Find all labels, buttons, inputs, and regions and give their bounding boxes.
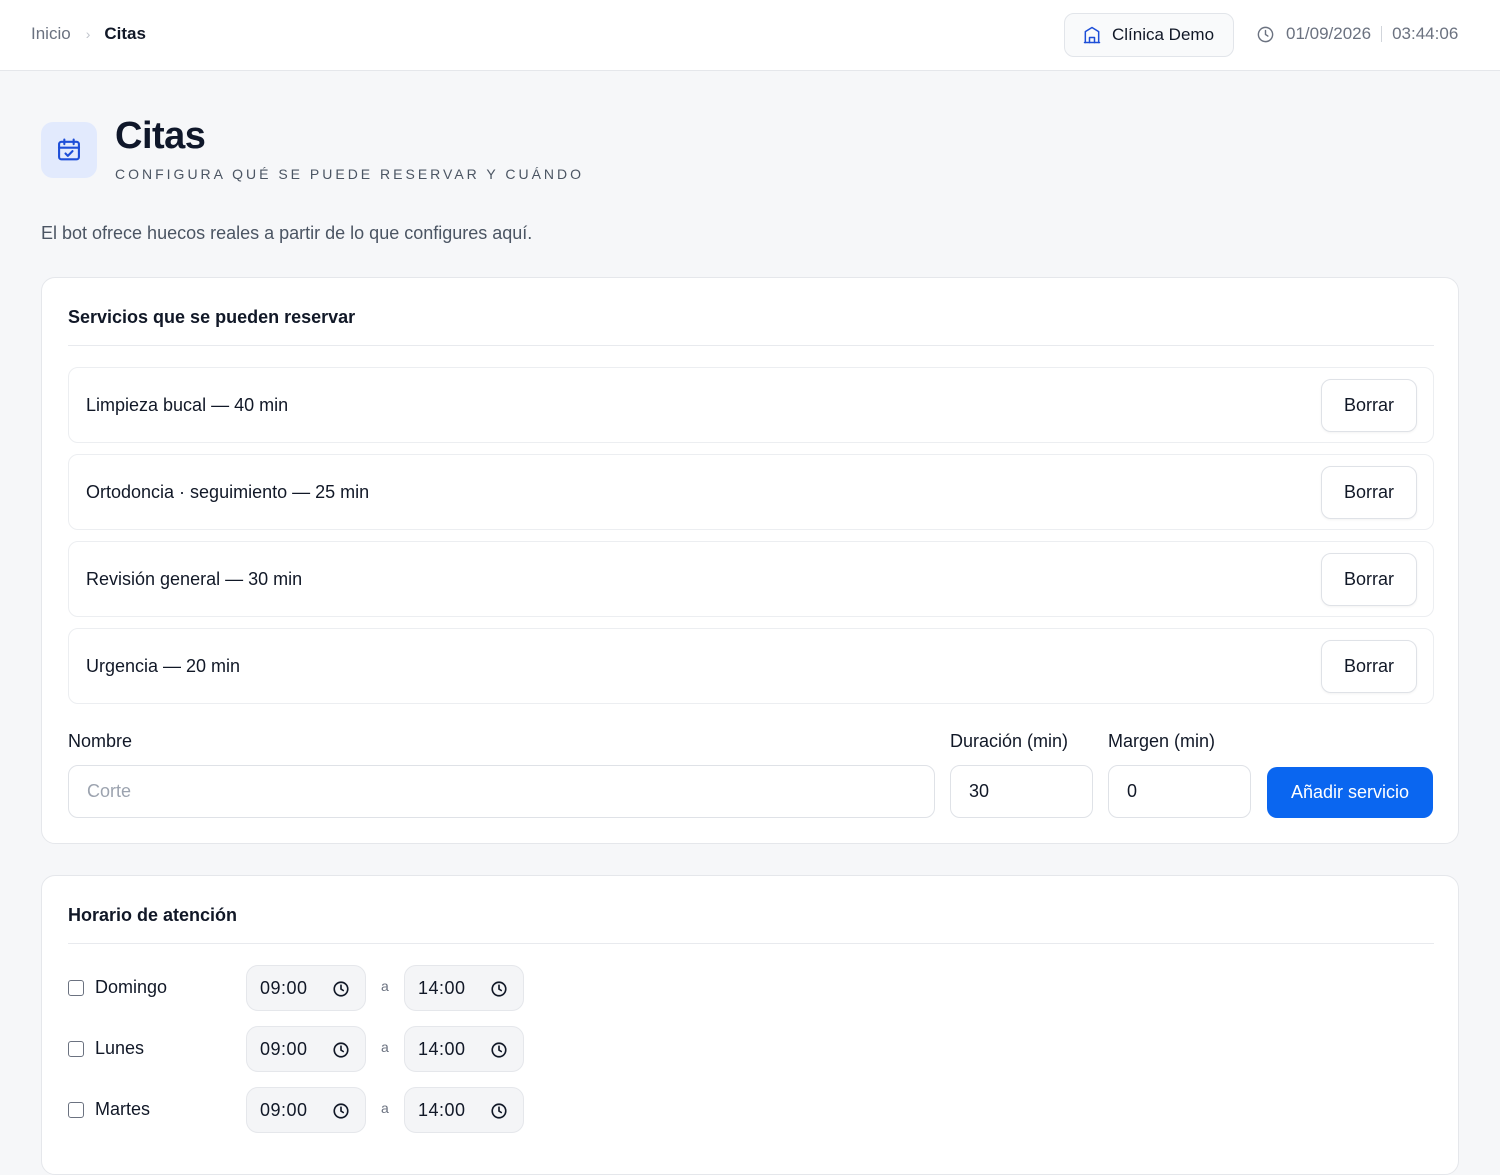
service-label: Limpieza bucal — 40 min [86,395,289,415]
schedule-day-row: Martes 09:00 a 14:00 [68,1087,568,1133]
divider [68,345,1434,346]
service-label: Urgencia — 20 min [86,656,241,676]
time-range-separator: a [381,1100,389,1116]
page-header-icon [41,122,97,178]
calendar-check-icon [58,138,80,161]
start-time-value: 09:00 [260,1099,308,1120]
current-date: 01/09/2026 [1286,24,1372,43]
service-row: Revisión general — 30 min Borrar [68,541,1434,617]
day-enabled-checkbox[interactable] [68,1041,84,1057]
day-label: Domingo [95,977,168,997]
day-label: Lunes [95,1038,145,1058]
start-time-input[interactable]: 09:00 [246,965,366,1011]
duration-label: Duración (min) [950,731,1069,751]
schedule-day-row: Domingo 09:00 a 14:00 [68,965,568,1011]
time-range-separator: a [381,1039,389,1055]
margin-input[interactable] [1108,765,1251,818]
clock-icon [333,1103,349,1119]
top-bar: Inicio › Citas Clínica Demo 01/09/2026 0… [0,0,1500,71]
start-time-input[interactable]: 09:00 [246,1026,366,1072]
divider [68,943,1434,944]
start-time-value: 09:00 [260,977,308,998]
service-name-input[interactable] [68,765,935,818]
end-time-value: 14:00 [418,1038,466,1059]
start-time-value: 09:00 [260,1038,308,1059]
service-row: Limpieza bucal — 40 min Borrar [68,367,1434,443]
delete-service-button[interactable]: Borrar [1321,640,1417,693]
page-description: El bot ofrece huecos reales a partir de … [41,223,533,243]
add-service-button[interactable]: Añadir servicio [1267,767,1433,818]
clock-icon [491,1103,507,1119]
divider [1381,26,1383,42]
margin-label: Margen (min) [1108,731,1216,751]
service-label: Ortodoncia · seguimiento — 25 min [86,482,370,502]
delete-service-button[interactable]: Borrar [1321,466,1417,519]
building-icon [1083,26,1101,44]
page-title: Citas [115,115,206,157]
page-subtitle: Configura qué se puede reservar y cuándo [115,166,585,182]
day-enabled-checkbox[interactable] [68,1102,84,1118]
delete-service-button[interactable]: Borrar [1321,553,1417,606]
end-time-input[interactable]: 14:00 [404,1026,524,1072]
services-card: Servicios que se pueden reservar Limpiez… [41,277,1459,844]
service-row: Urgencia — 20 min Borrar [68,628,1434,704]
start-time-input[interactable]: 09:00 [246,1087,366,1133]
clock-icon [491,981,507,997]
breadcrumb-current: Citas [104,24,146,43]
end-time-value: 14:00 [418,977,466,998]
chevron-right-icon: › [85,26,91,42]
clock-icon [333,1042,349,1058]
delete-service-button[interactable]: Borrar [1321,379,1417,432]
schedule-title: Horario de atención [68,905,238,925]
service-row: Ortodoncia · seguimiento — 25 min Borrar [68,454,1434,530]
end-time-input[interactable]: 14:00 [404,965,524,1011]
duration-input[interactable] [950,765,1093,818]
clock-icon [491,1042,507,1058]
breadcrumb-home-link[interactable]: Inicio [31,24,71,44]
day-enabled-checkbox[interactable] [68,980,84,996]
current-time: 03:44:06 [1392,24,1459,43]
schedule-day-row: Lunes 09:00 a 14:00 [68,1026,568,1072]
day-label: Martes [95,1099,151,1119]
end-time-value: 14:00 [418,1099,466,1120]
services-title: Servicios que se pueden reservar [68,307,356,327]
time-range-separator: a [381,978,389,994]
datetime-display: 01/09/2026 03:44:06 [1256,24,1458,44]
org-switcher-button[interactable]: Clínica Demo [1064,13,1234,57]
clock-icon [333,981,349,997]
service-label: Revisión general — 30 min [86,569,303,589]
clock-icon [1257,26,1274,42]
end-time-input[interactable]: 14:00 [404,1087,524,1133]
name-label: Nombre [68,731,133,751]
org-name: Clínica Demo [1112,25,1215,44]
breadcrumb: Inicio › Citas [31,24,146,44]
schedule-card: Horario de atención Domingo 09:00 a 14:0… [41,875,1459,1175]
